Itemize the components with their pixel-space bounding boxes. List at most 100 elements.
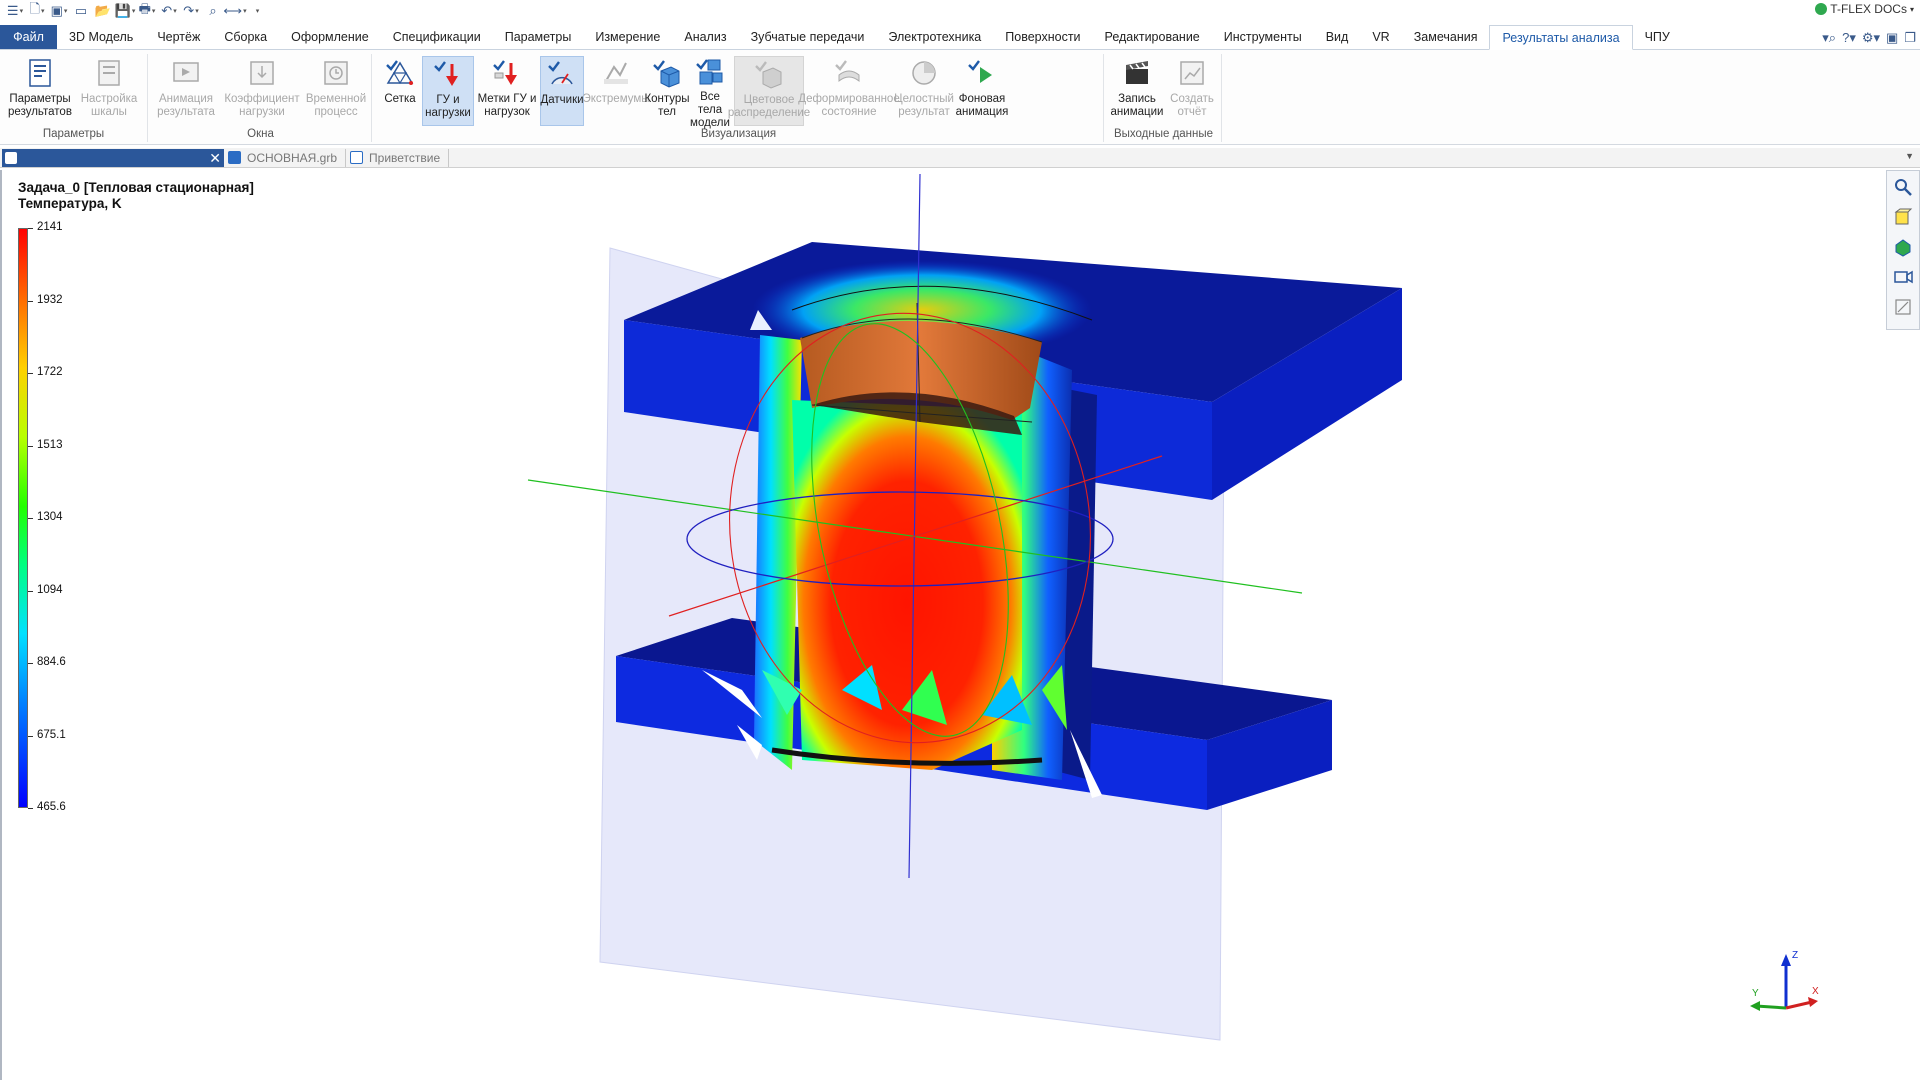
view-cube-icon[interactable] [1891, 205, 1915, 229]
tab-cnc[interactable]: ЧПУ [1633, 25, 1682, 49]
open-3d-icon[interactable]: ▣ ▾ [48, 1, 70, 21]
section-view-icon[interactable] [1891, 295, 1915, 319]
tab-analysis[interactable]: Анализ [672, 25, 738, 49]
group-label-visualization: Визуализация [700, 128, 777, 140]
tab-tools[interactable]: Инструменты [1212, 25, 1314, 49]
deformed-state-icon [832, 56, 866, 90]
scale-settings-button[interactable]: Настройка шкалы [76, 56, 142, 126]
group-label-parameters: Параметры [42, 128, 105, 140]
open-folder-icon[interactable]: 📂 [92, 1, 114, 21]
tab-formatting[interactable]: Оформление [279, 25, 381, 49]
group-windows: Анимация результата Коэффициент нагрузки… [150, 54, 372, 142]
tab-assembly[interactable]: Сборка [212, 25, 279, 49]
time-process-icon [319, 56, 353, 90]
tflex-docs-icon [1815, 3, 1828, 15]
close-tab-icon[interactable]: ✕ [209, 151, 221, 165]
all-bodies-icon [693, 56, 727, 88]
bc-marks-button[interactable]: Метки ГУ и нагрузок [476, 56, 538, 126]
ribbon-options-icon[interactable]: ▾⌕ [1822, 30, 1836, 46]
thermal-model-view[interactable] [2, 170, 1886, 1080]
tab-electrical[interactable]: Электротехника [876, 25, 993, 49]
group-label-output: Выходные данные [1113, 128, 1214, 140]
triad-x-label: X [1812, 986, 1819, 997]
tab-parameters[interactable]: Параметры [493, 25, 584, 49]
document-3d-icon [5, 151, 17, 164]
tab-measure[interactable]: Измерение [583, 25, 672, 49]
animation-icon [169, 56, 203, 90]
report-icon [1175, 56, 1209, 90]
customize-icon[interactable]: ▾ [246, 1, 268, 21]
triad-y-label: Y [1752, 988, 1759, 999]
doctab-main-grb[interactable]: ОСНОВНАЯ.grb [224, 148, 347, 167]
tab-surfaces[interactable]: Поверхности [993, 25, 1092, 49]
doctab-welcome[interactable]: Приветствие [346, 148, 450, 167]
document-3d-icon [228, 151, 241, 164]
triad-z-label: Z [1792, 950, 1798, 961]
menu-icon[interactable]: ☰ ▾ [4, 1, 26, 21]
tflex-docs-button[interactable]: T-FLEX DOCs ▾ [1815, 2, 1914, 16]
time-process-button[interactable]: Временной процесс [302, 56, 370, 126]
group-label-windows: Окна [247, 128, 274, 140]
tab-editing[interactable]: Редактирование [1093, 25, 1212, 49]
new-doc-icon[interactable]: 🗋 ▾ [26, 1, 48, 21]
view-tools-panel [1886, 170, 1920, 330]
tab-3d-model[interactable]: 3D Модель [57, 25, 145, 49]
ribbon-panel: Параметры результатов Настройка шкалы Па… [0, 50, 1920, 145]
restore-window-icon[interactable]: ❐ [1904, 30, 1916, 46]
doctab-active[interactable]: ✕ [2, 148, 224, 167]
tab-specifications[interactable]: Спецификации [381, 25, 493, 49]
body-contours-icon [650, 56, 684, 90]
result-animation-button[interactable]: Анимация результата [152, 56, 220, 126]
integral-result-icon [907, 56, 941, 90]
record-animation-button[interactable]: Запись анимации [1110, 56, 1164, 126]
background-animation-icon [965, 56, 999, 90]
document-tabs: ✕ ОСНОВНАЯ.grb Приветствие ▼ [0, 148, 1920, 168]
tab-remarks[interactable]: Замечания [1402, 25, 1490, 49]
zoom-icon[interactable]: ⌕ [202, 1, 224, 21]
tab-view[interactable]: Вид [1314, 25, 1361, 49]
load-factor-button[interactable]: Коэффициент нагрузки [222, 56, 302, 126]
shaded-view-icon[interactable] [1891, 235, 1915, 259]
quick-access-toolbar: ☰ ▾ 🗋 ▾ ▣ ▾ ▭ 📂 💾 ▾ 🖶 ▾ ↶ ▾ ↷ ▾ ⌕ ⟷ ▾ ▾ T-FLEX D… [0, 0, 1920, 22]
print-icon[interactable]: 🖶 ▾ [136, 1, 158, 21]
camera-view-icon[interactable] [1891, 265, 1915, 289]
all-bodies-button[interactable]: Все тела модели [688, 56, 732, 129]
tab-analysis-results[interactable]: Результаты анализа [1489, 25, 1633, 50]
color-distribution-icon [752, 57, 786, 91]
window-icon[interactable]: ▭ [70, 1, 92, 21]
3d-viewport[interactable]: Задача_0 [Тепловая стационарная] Темпера… [0, 170, 1884, 1080]
tab-file[interactable]: Файл [0, 25, 57, 49]
load-factor-icon [245, 56, 279, 90]
integral-result-button[interactable]: Целостный результат [894, 56, 954, 126]
zoom-view-icon[interactable] [1891, 175, 1915, 199]
background-animation-button[interactable]: Фоновая анимация [954, 56, 1010, 126]
result-params-icon [23, 56, 57, 90]
tab-drawing[interactable]: Чертёж [145, 25, 212, 49]
mesh-button[interactable]: Сетка [378, 56, 422, 126]
redo-icon[interactable]: ↷ ▾ [180, 1, 202, 21]
deformed-state-button[interactable]: Деформированное состояние [798, 56, 900, 126]
undo-icon[interactable]: ↶ ▾ [158, 1, 180, 21]
result-params-button[interactable]: Параметры результатов [6, 56, 74, 126]
create-report-button[interactable]: Создать отчёт [1166, 56, 1218, 126]
save-icon[interactable]: 💾 ▾ [114, 1, 136, 21]
ribbon-tabs: Файл 3D Модель Чертёж Сборка Оформление … [0, 25, 1920, 50]
clapperboard-icon [1120, 56, 1154, 90]
axis-triad: Z X Y [1750, 950, 1819, 1011]
sensors-button[interactable]: Датчики [540, 56, 584, 126]
bc-marks-icon [490, 56, 524, 90]
tab-gears[interactable]: Зубчатые передачи [739, 25, 877, 49]
welcome-page-icon [350, 151, 364, 164]
tab-vr[interactable]: VR [1360, 25, 1401, 49]
help-icon[interactable]: ?▾ [1842, 30, 1856, 46]
tabs-dropdown-icon[interactable]: ▼ [1905, 151, 1914, 161]
bc-loads-button[interactable]: ГУ и нагрузки [422, 56, 474, 126]
window-layout-icon[interactable]: ▣ [1886, 30, 1898, 46]
extremums-icon [599, 56, 633, 90]
extremums-button[interactable]: Экстремумы [582, 56, 650, 126]
color-distribution-button[interactable]: Цветовое распределение [728, 56, 810, 126]
group-parameters: Параметры результатов Настройка шкалы Па… [0, 54, 148, 142]
body-contours-button[interactable]: Контуры тел [644, 56, 690, 126]
settings-gear-icon[interactable]: ⚙▾ [1862, 30, 1880, 46]
measure-icon[interactable]: ⟷ ▾ [223, 1, 246, 21]
